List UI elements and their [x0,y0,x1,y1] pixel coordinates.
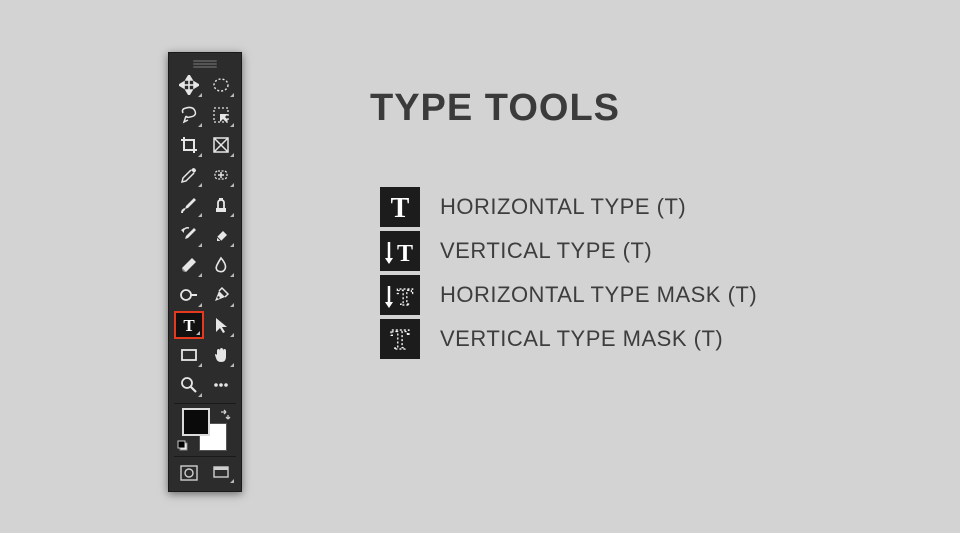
page-title: TYPE TOOLS [370,87,620,130]
horizontal-type-mask-icon: T [380,275,420,315]
type-tool-variants: T HORIZONTAL TYPE (T) T VERTICAL TYPE (T… [380,185,757,361]
healing-brush-tool[interactable] [206,161,236,189]
swap-colors-icon[interactable] [219,408,231,420]
svg-text:T: T [391,325,410,356]
rectangle-shape-tool[interactable] [174,341,204,369]
crop-tool[interactable] [174,131,204,159]
panel-drag-handle[interactable] [171,57,239,71]
variant-label: HORIZONTAL TYPE (T) [440,194,686,220]
color-swatches [177,408,233,452]
vertical-type-icon: T [380,231,420,271]
frame-tool[interactable] [206,131,236,159]
default-colors-icon[interactable] [177,440,189,452]
vertical-type-mask-icon: T [380,319,420,359]
screen-mode-button[interactable] [206,461,236,485]
zoom-tool[interactable] [174,371,204,399]
variant-label: VERTICAL TYPE (T) [440,238,652,264]
quick-selection-tool[interactable] [206,101,236,129]
toolbar-divider [174,403,236,404]
foreground-color-swatch[interactable] [182,408,210,436]
move-tool[interactable] [174,71,204,99]
marquee-tool[interactable] [206,71,236,99]
svg-text:T: T [391,193,410,224]
variant-horizontal-type-mask[interactable]: T HORIZONTAL TYPE MASK (T) [380,273,757,317]
svg-text:T: T [183,316,195,335]
dodge-tool[interactable] [174,281,204,309]
hand-tool[interactable] [206,341,236,369]
type-tool[interactable]: T [174,311,204,339]
eraser-tool[interactable] [206,221,236,249]
path-selection-tool[interactable] [206,311,236,339]
variant-vertical-type[interactable]: T VERTICAL TYPE (T) [380,229,757,273]
edit-toolbar-button[interactable] [206,371,236,399]
variant-vertical-type-mask[interactable]: T VERTICAL TYPE MASK (T) [380,317,757,361]
variant-label: VERTICAL TYPE MASK (T) [440,326,723,352]
history-brush-tool[interactable] [174,221,204,249]
toolbar-divider [174,456,236,457]
eyedropper-tool[interactable] [174,161,204,189]
pen-tool[interactable] [206,281,236,309]
brush-tool[interactable] [174,191,204,219]
variant-horizontal-type[interactable]: T HORIZONTAL TYPE (T) [380,185,757,229]
horizontal-type-icon: T [380,187,420,227]
tools-panel: T [168,52,242,492]
quick-mask-mode-button[interactable] [174,461,204,485]
svg-text:T: T [397,241,413,267]
svg-text:T: T [397,285,413,311]
blur-tool[interactable] [206,251,236,279]
gradient-tool[interactable] [174,251,204,279]
variant-label: HORIZONTAL TYPE MASK (T) [440,282,757,308]
clone-stamp-tool[interactable] [206,191,236,219]
lasso-tool[interactable] [174,101,204,129]
